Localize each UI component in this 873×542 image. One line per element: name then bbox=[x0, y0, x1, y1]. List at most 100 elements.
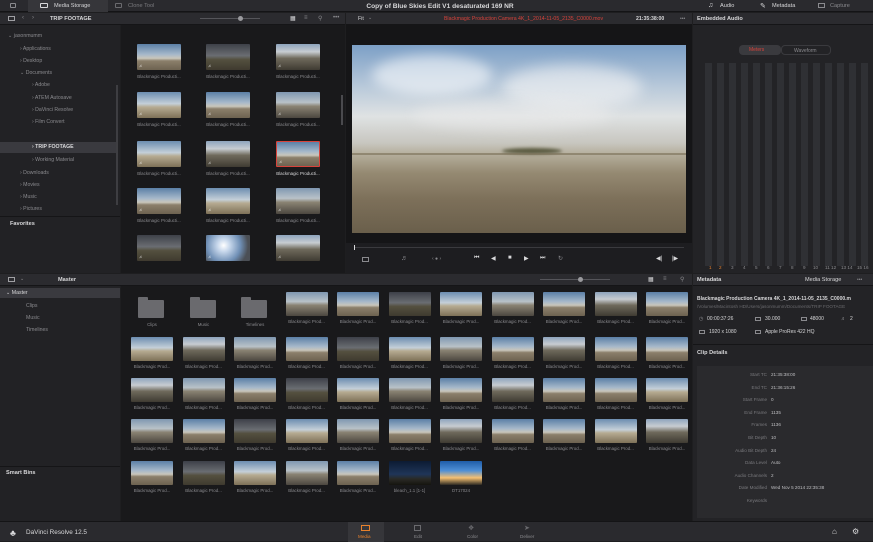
pool-clip-thumb[interactable] bbox=[285, 292, 328, 316]
zoom-dropdown[interactable]: Fit bbox=[358, 16, 364, 22]
tree-item-movies[interactable]: › Movies bbox=[20, 182, 40, 188]
pool-search-icon[interactable]: ⚲ bbox=[680, 276, 684, 283]
pool-clip-thumb[interactable] bbox=[543, 378, 585, 402]
volume-icon[interactable]: ♬ bbox=[401, 255, 408, 262]
tree-item-working[interactable]: › Working Material bbox=[32, 157, 74, 163]
pool-clip-thumb[interactable] bbox=[182, 419, 225, 443]
tree-item-root[interactable]: ⌄ jasonmumm bbox=[8, 33, 42, 39]
media-storage-tab[interactable]: Media Storage bbox=[28, 0, 108, 12]
zoom-chevron-icon[interactable]: ⌄ bbox=[368, 15, 372, 21]
pool-clip-thumb[interactable] bbox=[234, 337, 276, 361]
pool-clip-thumb[interactable] bbox=[388, 378, 431, 402]
browser-thumb[interactable]: ♫ bbox=[137, 141, 181, 167]
pool-clip-thumb[interactable] bbox=[182, 461, 225, 485]
pool-clip-thumb[interactable] bbox=[285, 419, 328, 443]
pool-clip-thumb[interactable] bbox=[388, 292, 431, 316]
pool-clip-thumb[interactable] bbox=[131, 378, 173, 402]
mark-out-icon[interactable]: |▶ bbox=[672, 255, 678, 262]
panel-toggle-icon[interactable] bbox=[8, 16, 15, 21]
pool-clip-thumb[interactable] bbox=[234, 378, 276, 402]
pool-clip-thumb[interactable] bbox=[388, 337, 431, 361]
pool-clip-thumb[interactable] bbox=[491, 419, 534, 443]
settings-icon[interactable]: ⚙ bbox=[852, 527, 859, 536]
tree-item-atem[interactable]: › ATEM Autosave bbox=[32, 95, 72, 101]
capture-tab-label[interactable]: Capture bbox=[830, 3, 850, 9]
tree-item-trip-footage[interactable]: › TRIP FOOTAGE bbox=[0, 142, 117, 153]
stop-icon[interactable]: ■ bbox=[508, 255, 512, 261]
clone-tool-icon[interactable] bbox=[115, 3, 122, 8]
browser-thumb[interactable]: ♫ bbox=[206, 188, 250, 214]
pool-clip-thumb[interactable] bbox=[440, 419, 482, 443]
thumb-size-slider-handle[interactable] bbox=[238, 16, 243, 21]
pool-clip-thumb[interactable] bbox=[131, 461, 173, 485]
pool-clip-thumb[interactable] bbox=[646, 292, 688, 316]
pool-clip-thumb[interactable] bbox=[337, 378, 379, 402]
pool-clip-thumb[interactable] bbox=[337, 419, 379, 443]
pool-clip-thumb[interactable] bbox=[491, 292, 534, 316]
pool-thumb-slider[interactable] bbox=[540, 277, 610, 282]
detail-value[interactable]: 2 bbox=[771, 473, 774, 478]
bin-music[interactable]: Music bbox=[26, 315, 40, 321]
pool-folder-icon[interactable] bbox=[138, 297, 164, 318]
bin-timelines[interactable]: Timelines bbox=[26, 327, 48, 333]
pool-panel-icon[interactable] bbox=[8, 277, 15, 282]
browser-scrollbar[interactable] bbox=[341, 95, 343, 125]
page-edit[interactable]: Edit bbox=[400, 522, 436, 542]
play-icon[interactable]: ▶ bbox=[524, 255, 529, 262]
pool-clip-thumb[interactable] bbox=[337, 292, 379, 316]
detail-value[interactable]: 24 bbox=[771, 448, 776, 453]
tree-item-filmconvert[interactable]: › Film Convert bbox=[32, 119, 65, 125]
tree-item-downloads[interactable]: › Downloads bbox=[20, 170, 49, 176]
detail-value[interactable]: 0 bbox=[771, 397, 774, 402]
pool-clip-thumb[interactable] bbox=[594, 337, 637, 361]
viewer-options-icon[interactable]: ••• bbox=[680, 16, 685, 22]
clone-tool-label[interactable]: Clone Tool bbox=[128, 3, 154, 9]
pool-clip-thumb[interactable] bbox=[182, 337, 225, 361]
detail-value[interactable]: Auto bbox=[771, 460, 780, 465]
pool-chevron-icon[interactable]: ⌄ bbox=[20, 276, 24, 282]
metadata-source-dropdown[interactable]: Media Storage bbox=[805, 277, 841, 283]
forward-icon[interactable]: › bbox=[32, 15, 34, 21]
grid-view-icon[interactable]: ▦ bbox=[290, 15, 296, 22]
capture-icon[interactable] bbox=[818, 3, 825, 8]
pool-grid-icon[interactable]: ▦ bbox=[648, 276, 654, 283]
pool-clip-thumb[interactable] bbox=[543, 419, 585, 443]
pool-slider-handle[interactable] bbox=[578, 277, 583, 282]
tree-item-davinci[interactable]: › DaVinci Resolve bbox=[32, 107, 73, 113]
browser-thumb[interactable]: ♫ bbox=[276, 44, 320, 70]
browser-thumb[interactable]: ♫ bbox=[137, 44, 181, 70]
pool-clip-thumb[interactable] bbox=[337, 337, 379, 361]
pool-clip-thumb[interactable] bbox=[543, 337, 585, 361]
play-reverse-icon[interactable]: ◀ bbox=[491, 255, 496, 262]
pool-clip-thumb[interactable] bbox=[337, 461, 379, 485]
tree-item-adobe[interactable]: › Adobe bbox=[32, 82, 50, 88]
pool-clip-thumb[interactable] bbox=[440, 337, 482, 361]
thumb-size-slider[interactable] bbox=[200, 16, 260, 21]
pool-clip-thumb[interactable] bbox=[285, 461, 328, 485]
bin-clips[interactable]: Clips bbox=[26, 303, 38, 309]
search-icon[interactable]: ⚲ bbox=[318, 15, 322, 22]
home-icon[interactable]: ⌂ bbox=[832, 527, 837, 536]
pool-clip-thumb[interactable] bbox=[234, 419, 276, 443]
pool-clip-thumb[interactable] bbox=[285, 378, 328, 402]
pool-clip-thumb[interactable] bbox=[491, 337, 534, 361]
workspace-icon[interactable] bbox=[10, 3, 16, 8]
skip-forward-icon[interactable]: ⏭ bbox=[540, 255, 545, 262]
pool-clip-thumb[interactable] bbox=[131, 419, 173, 443]
waveform-tab[interactable]: Waveform bbox=[781, 45, 831, 55]
detail-value[interactable]: 10 bbox=[771, 435, 776, 440]
tree-scrollbar[interactable] bbox=[116, 85, 118, 205]
pool-clip-thumb[interactable] bbox=[285, 337, 328, 361]
list-view-icon[interactable]: ≡ bbox=[304, 15, 308, 21]
tree-item-documents[interactable]: ⌄ Documents bbox=[20, 70, 52, 76]
browser-thumb[interactable]: ♫ bbox=[206, 44, 250, 70]
tree-item-applications[interactable]: › Applications bbox=[20, 46, 51, 52]
pool-clip-thumb[interactable] bbox=[543, 292, 585, 316]
pool-clip-thumb[interactable] bbox=[440, 292, 482, 316]
audio-icon[interactable]: ♫ bbox=[708, 2, 713, 9]
loop-icon[interactable]: ↻ bbox=[558, 255, 563, 262]
browser-thumb[interactable]: ♫ bbox=[276, 188, 320, 214]
playhead[interactable] bbox=[354, 245, 355, 250]
pool-list-icon[interactable]: ≡ bbox=[663, 276, 667, 282]
browser-thumb[interactable]: ♫ bbox=[276, 92, 320, 118]
